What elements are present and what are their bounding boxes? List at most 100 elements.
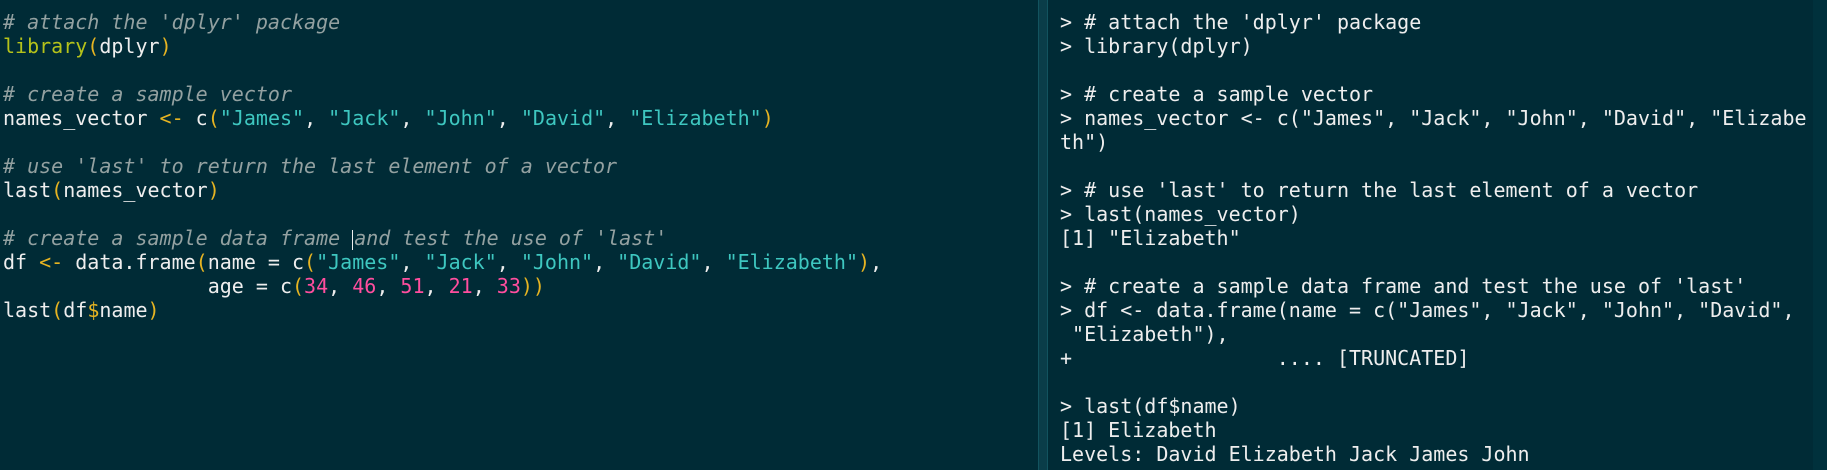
code-token: last	[3, 178, 52, 202]
code-token: names_vector	[3, 106, 160, 130]
code-token: )	[207, 178, 220, 202]
code-line[interactable]: df <- data.frame(name = c("James", "Jack…	[0, 250, 1038, 274]
code-token: # create a sample vector	[3, 82, 292, 106]
code-line[interactable]: last(names_vector)	[0, 178, 1038, 202]
code-token: # use 'last' to return the last element …	[3, 154, 618, 178]
code-token: (	[291, 274, 305, 298]
code-token: df	[63, 298, 88, 322]
code-token: (	[207, 106, 220, 130]
code-token: ,	[376, 274, 401, 298]
code-token: age = c	[3, 274, 292, 298]
code-line[interactable]: last(df$name)	[0, 298, 1038, 322]
code-token: (	[304, 250, 317, 274]
code-token: name = c	[207, 250, 305, 274]
code-token: ,	[593, 250, 618, 274]
code-token: and test the use of 'last'	[354, 226, 668, 250]
code-token: ,	[496, 250, 521, 274]
console-pane[interactable]: > # attach the 'dplyr' package > library(…	[1048, 0, 1813, 470]
code-line[interactable]: age = c(34, 46, 51, 21, 33))	[0, 274, 1038, 298]
code-token: library	[3, 34, 88, 58]
console-line: > # attach the 'dplyr' package	[1060, 10, 1422, 34]
code-token: df	[3, 250, 40, 274]
code-token: "David"	[617, 250, 702, 274]
console-line: Levels: David Elizabeth Jack James John	[1060, 442, 1530, 466]
code-token: ,	[328, 274, 353, 298]
code-token: <-	[159, 106, 184, 130]
console-line: > last(names_vector)	[1060, 202, 1301, 226]
console-line: > library(dplyr)	[1060, 34, 1253, 58]
code-token: "Jack"	[328, 106, 401, 130]
code-token: "David"	[520, 106, 606, 130]
code-token: ,	[400, 106, 425, 130]
source-editor[interactable]: # attach the 'dplyr' package library(dply…	[0, 0, 1038, 470]
code-line[interactable]	[0, 130, 1038, 154]
console-line: > # create a sample vector	[1060, 82, 1374, 106]
code-line[interactable]: # use 'last' to return the last element …	[0, 154, 1038, 178]
code-token: name	[99, 298, 148, 322]
code-token: # attach the 'dplyr' package	[3, 10, 341, 34]
code-token: 21	[448, 274, 473, 298]
code-token: (	[87, 34, 100, 58]
console-line: "Elizabeth"),	[1060, 322, 1229, 346]
console-line: > # use 'last' to return the last elemen…	[1060, 178, 1699, 202]
code-token: ,	[472, 274, 497, 298]
pane-splitter[interactable]	[1038, 0, 1048, 470]
code-token: "James"	[316, 250, 401, 274]
code-token: 46	[352, 274, 377, 298]
code-token: )	[147, 298, 160, 322]
code-token: $	[87, 298, 100, 322]
code-token: )	[858, 250, 871, 274]
code-token: c	[183, 106, 208, 130]
console-line: [1] "Elizabeth"	[1060, 226, 1241, 250]
code-token: (	[51, 178, 64, 202]
code-token: "James"	[219, 106, 305, 130]
code-token: ,	[304, 106, 329, 130]
code-token: 51	[400, 274, 425, 298]
code-token: dplyr	[99, 34, 160, 58]
console-scrollbar[interactable]	[1813, 0, 1827, 470]
console-line: [1] Elizabeth	[1060, 418, 1217, 442]
code-line[interactable]: # create a sample vector	[0, 82, 1038, 106]
code-line[interactable]	[0, 58, 1038, 82]
code-token: ,	[496, 106, 521, 130]
code-token: ,	[605, 106, 630, 130]
code-token: )	[761, 106, 774, 130]
code-token: )	[159, 34, 172, 58]
code-token: ,	[870, 250, 883, 274]
console-line: > last(df$name)	[1060, 394, 1241, 418]
console-line: > names_vector <- c("James", "Jack", "Jo…	[1060, 106, 1807, 130]
code-line[interactable]: # attach the 'dplyr' package	[0, 10, 1038, 34]
code-token: ,	[701, 250, 726, 274]
code-line[interactable]: names_vector <- c("James", "Jack", "John…	[0, 106, 1038, 130]
code-line[interactable]: # create a sample data frame and test th…	[0, 226, 1038, 250]
code-token: "John"	[424, 106, 497, 130]
code-token: # create a sample data frame	[3, 226, 353, 250]
console-line: > # create a sample data frame and test …	[1060, 274, 1747, 298]
code-token: last	[3, 298, 52, 322]
console-line: > df <- data.frame(name = c("James", "Ja…	[1060, 298, 1795, 322]
rstudio-window: # attach the 'dplyr' package library(dply…	[0, 0, 1827, 470]
code-token: (	[51, 298, 64, 322]
console-line: th")	[1060, 130, 1109, 154]
code-line[interactable]: library(dplyr)	[0, 34, 1038, 58]
code-token: "Jack"	[424, 250, 497, 274]
code-token: data.frame	[63, 250, 196, 274]
code-token: <-	[39, 250, 64, 274]
code-token: 34	[304, 274, 329, 298]
code-line[interactable]	[0, 202, 1038, 226]
code-token: "Elizabeth"	[629, 106, 762, 130]
console-line: + .... [TRUNCATED]	[1060, 346, 1470, 370]
console-output: > # attach the 'dplyr' package > library(…	[1048, 0, 1813, 466]
code-token: ,	[400, 250, 425, 274]
code-token: ,	[424, 274, 449, 298]
code-token: names_vector	[63, 178, 208, 202]
code-token: "Elizabeth"	[725, 250, 859, 274]
code-token: "John"	[520, 250, 594, 274]
code-token: ))	[520, 274, 545, 298]
editor-lines: # attach the 'dplyr' package library(dply…	[0, 0, 1038, 322]
code-token: (	[195, 250, 208, 274]
